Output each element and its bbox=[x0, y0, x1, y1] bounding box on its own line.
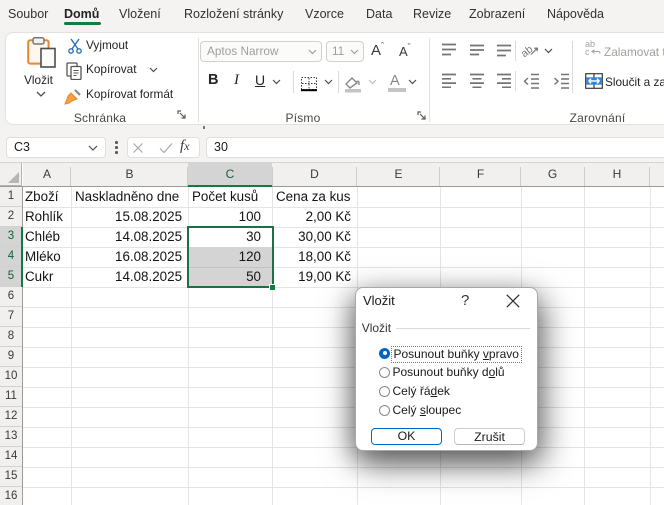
svg-text:c: c bbox=[585, 47, 590, 56]
svg-text:ab: ab bbox=[521, 43, 535, 58]
